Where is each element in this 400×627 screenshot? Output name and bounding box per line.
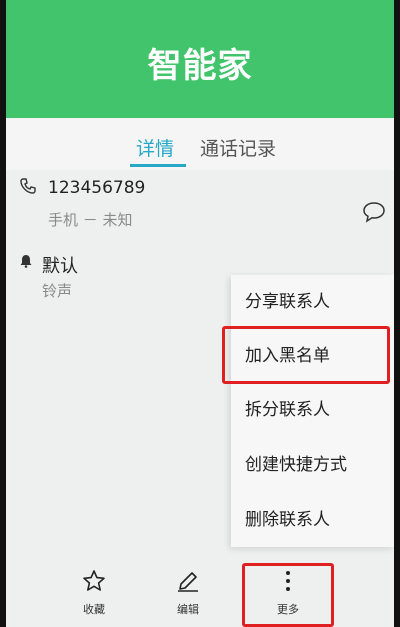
tab-bar: 详情 通话记录 [6, 118, 394, 170]
star-icon [83, 570, 105, 591]
menu-item-split-contact[interactable]: 拆分联系人 [231, 383, 394, 437]
menu-item-create-shortcut[interactable]: 创建快捷方式 [231, 438, 394, 492]
tab-details[interactable]: 详情 [136, 134, 174, 161]
ringtone-value[interactable]: 默认 [42, 252, 78, 278]
phone-screen: 智能家 详情 通话记录 123456789 手机 － 未知 默认 铃声 分享联系… [6, 0, 394, 627]
highlight-box-more [242, 563, 334, 627]
tab-call-log[interactable]: 通话记录 [200, 134, 276, 161]
menu-item-delete-contact[interactable]: 删除联系人 [231, 493, 394, 547]
phone-type: 手机 － 未知 [48, 211, 133, 229]
ringtone-label: 铃声 [42, 282, 73, 300]
edit-label: 编辑 [177, 603, 199, 616]
app-header: 智能家 [6, 0, 394, 118]
phone-icon [20, 178, 36, 198]
menu-item-share-contact[interactable]: 分享联系人 [231, 275, 394, 329]
favorite-label: 收藏 [83, 603, 105, 616]
message-icon[interactable] [362, 201, 386, 227]
edit-button[interactable]: 编辑 [148, 555, 228, 627]
highlight-box-blacklist [222, 326, 390, 384]
contact-name-title: 智能家 [147, 46, 253, 86]
bottom-action-bar: 收藏 编辑 更多 [6, 555, 394, 627]
bell-icon [19, 253, 33, 272]
overflow-menu: 分享联系人 加入黑名单 拆分联系人 创建快捷方式 删除联系人 [231, 275, 394, 547]
phone-number[interactable]: 123456789 [48, 178, 145, 198]
active-tab-indicator [130, 164, 186, 167]
pencil-icon [178, 572, 198, 592]
favorite-button[interactable]: 收藏 [54, 555, 134, 627]
